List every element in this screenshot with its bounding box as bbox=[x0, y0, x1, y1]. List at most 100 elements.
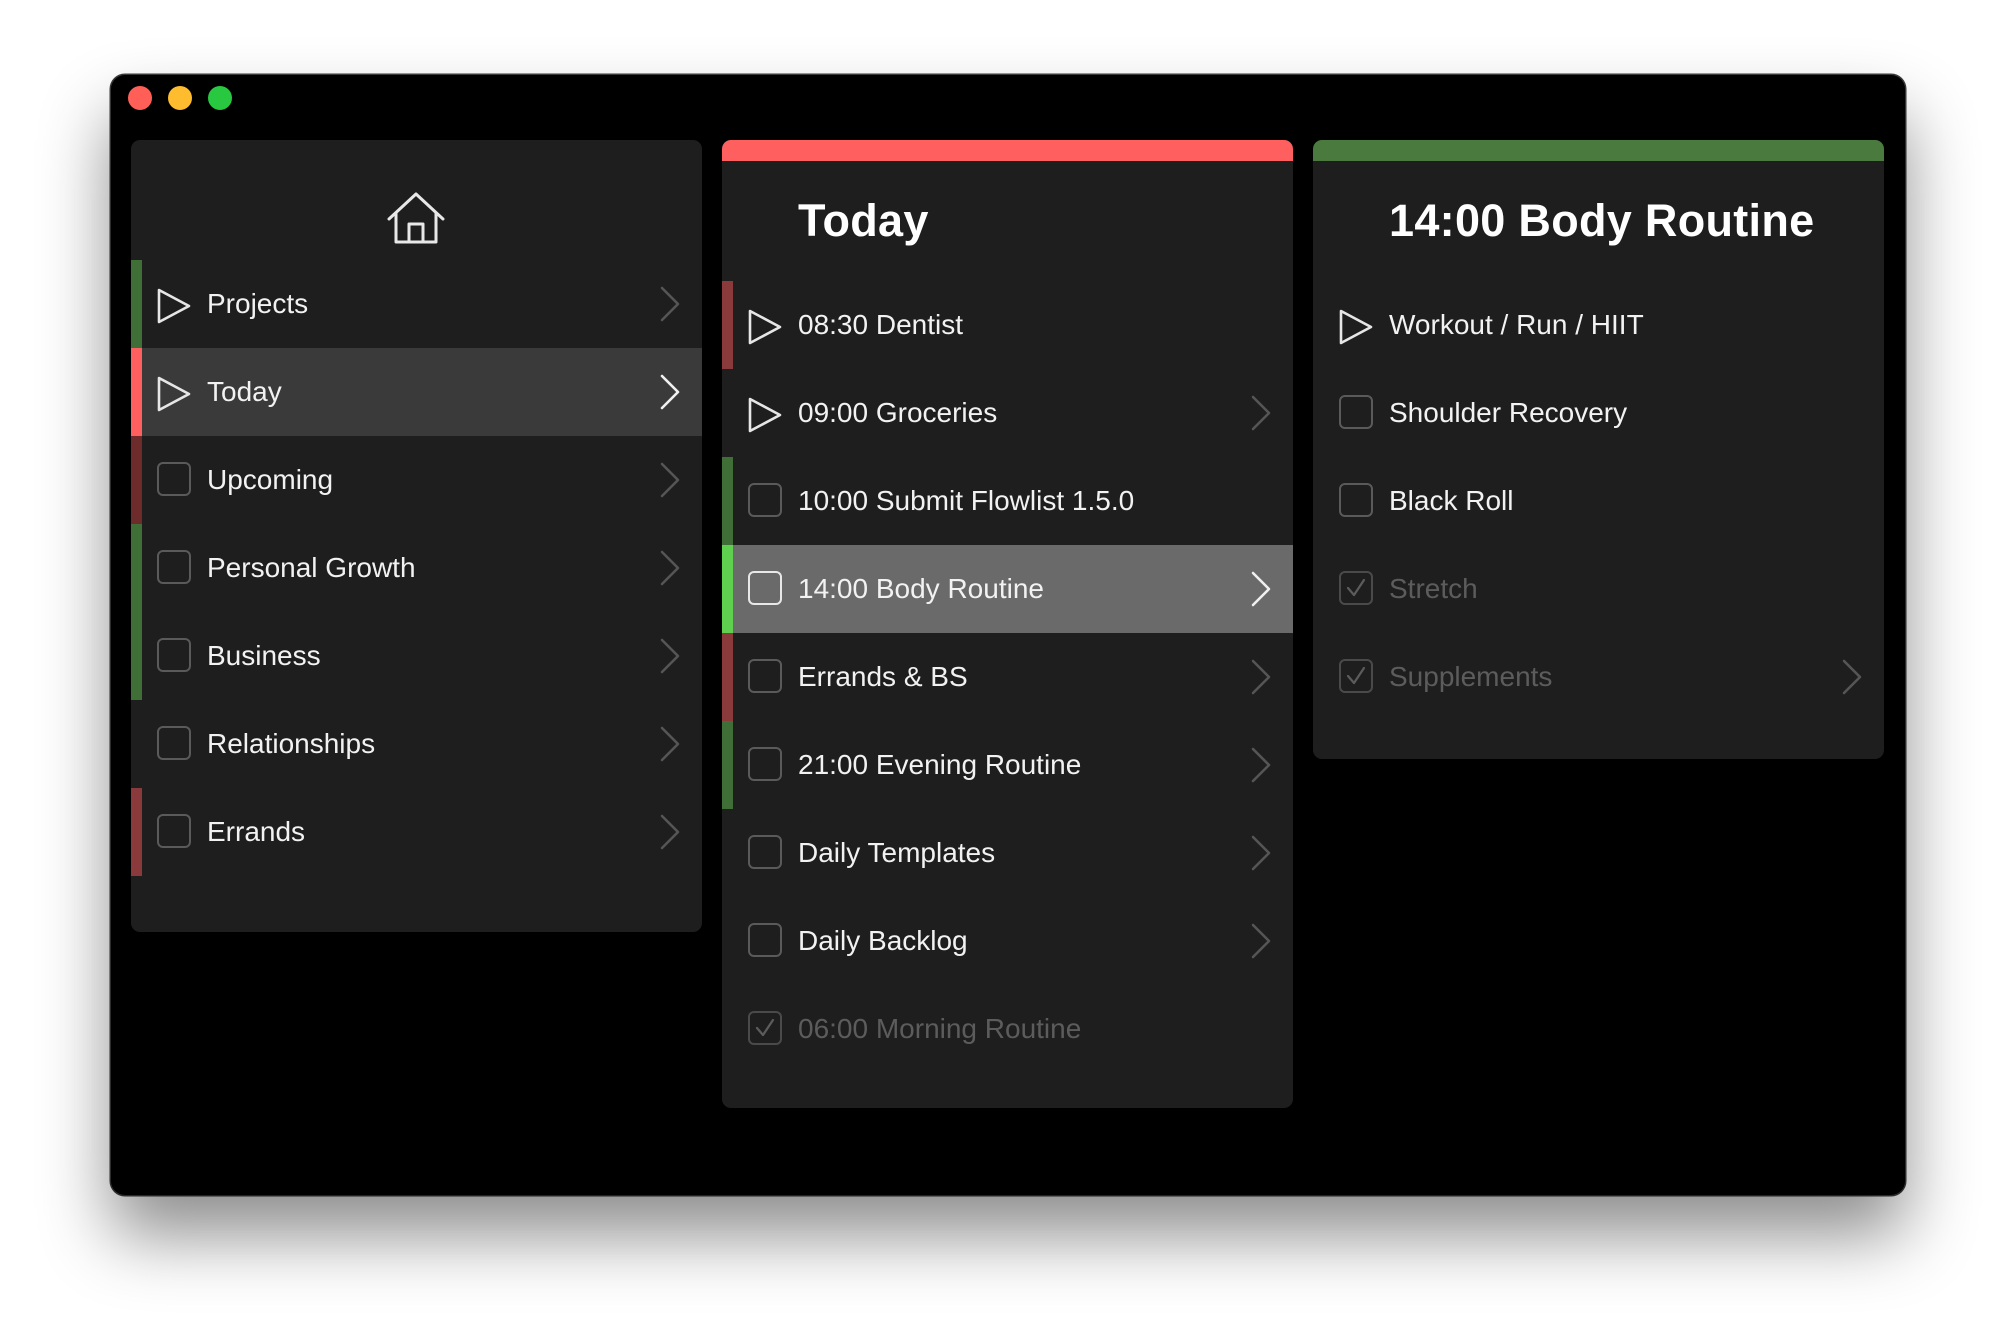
chevron-right-icon[interactable] bbox=[1249, 921, 1273, 966]
sidebar-list: Projects Today Upcoming Personal Growth Busi… bbox=[131, 260, 702, 876]
color-tag-stripe bbox=[131, 524, 142, 612]
chevron-right-icon[interactable] bbox=[1840, 657, 1864, 702]
today-item-daily-templates[interactable]: Daily Templates bbox=[722, 809, 1293, 897]
detail-item-stretch[interactable]: Stretch bbox=[1313, 545, 1884, 633]
chevron-right-icon[interactable] bbox=[1249, 569, 1273, 614]
color-tag-stripe bbox=[722, 457, 733, 545]
today-item-21-00-evening-routine[interactable]: 21:00 Evening Routine bbox=[722, 721, 1293, 809]
chevron-right-icon[interactable] bbox=[658, 636, 682, 681]
play-icon[interactable] bbox=[156, 376, 192, 412]
play-icon[interactable] bbox=[747, 309, 783, 345]
item-label: Today bbox=[207, 376, 282, 407]
checkbox[interactable] bbox=[157, 462, 191, 496]
checkbox[interactable] bbox=[157, 638, 191, 672]
item-label: Upcoming bbox=[207, 464, 334, 495]
chevron-right-icon[interactable] bbox=[658, 812, 682, 857]
item-label: 06:00 Morning Routine bbox=[798, 1013, 1082, 1044]
today-item-daily-backlog[interactable]: Daily Backlog bbox=[722, 897, 1293, 985]
item-label: Projects bbox=[207, 288, 309, 319]
home-icon[interactable] bbox=[385, 190, 447, 246]
play-icon[interactable] bbox=[747, 397, 783, 433]
sidebar-item-upcoming[interactable]: Upcoming bbox=[131, 436, 702, 524]
today-item-errands-bs[interactable]: Errands & BS bbox=[722, 633, 1293, 721]
sidebar-item-today[interactable]: Today bbox=[131, 348, 702, 436]
item-label: Stretch bbox=[1389, 573, 1478, 604]
detail-header: 14:00 Body Routine bbox=[1313, 161, 1884, 281]
detail-item-shoulder-recovery[interactable]: Shoulder Recovery bbox=[1313, 369, 1884, 457]
checkbox[interactable] bbox=[157, 550, 191, 584]
checked-checkbox[interactable] bbox=[1339, 571, 1373, 605]
item-label: Errands bbox=[207, 816, 306, 847]
checkbox[interactable] bbox=[157, 814, 191, 848]
today-panel: Today 08:30 Dentist 09:00 Groceries 10:00 … bbox=[722, 140, 1293, 1108]
item-label: Relationships bbox=[207, 728, 376, 759]
color-tag-stripe bbox=[131, 260, 142, 348]
today-list: 08:30 Dentist 09:00 Groceries 10:00 Submit… bbox=[722, 281, 1293, 1073]
sidebar-panel: Projects Today Upcoming Personal Growth Busi… bbox=[131, 140, 702, 932]
checkbox[interactable] bbox=[748, 747, 782, 781]
chevron-right-icon[interactable] bbox=[1249, 657, 1273, 702]
today-item-08-30-dentist[interactable]: 08:30 Dentist bbox=[722, 281, 1293, 369]
detail-panel: 14:00 Body Routine Workout / Run / HIIT S… bbox=[1313, 140, 1884, 759]
item-label: Shoulder Recovery bbox=[1389, 397, 1628, 428]
detail-item-black-roll[interactable]: Black Roll bbox=[1313, 457, 1884, 545]
sidebar-item-projects[interactable]: Projects bbox=[131, 260, 702, 348]
detail-accent-bar bbox=[1313, 140, 1884, 161]
chevron-right-icon[interactable] bbox=[658, 724, 682, 769]
item-label: Daily Templates bbox=[798, 837, 996, 868]
today-item-14-00-body-routine[interactable]: 14:00 Body Routine bbox=[722, 545, 1293, 633]
detail-item-workout-run-hiit[interactable]: Workout / Run / HIIT bbox=[1313, 281, 1884, 369]
checkbox[interactable] bbox=[748, 659, 782, 693]
item-label: Daily Backlog bbox=[798, 925, 968, 956]
today-item-06-00-morning-routine[interactable]: 06:00 Morning Routine bbox=[722, 985, 1293, 1073]
item-label: Personal Growth bbox=[207, 552, 416, 583]
color-tag-stripe bbox=[722, 721, 733, 809]
item-label: 08:30 Dentist bbox=[798, 309, 963, 340]
minimize-window-button[interactable] bbox=[168, 86, 192, 110]
color-tag-stripe bbox=[131, 436, 142, 524]
checkbox[interactable] bbox=[1339, 483, 1373, 517]
item-label: 14:00 Body Routine bbox=[798, 573, 1044, 604]
color-tag-stripe bbox=[131, 348, 142, 436]
color-tag-stripe bbox=[131, 612, 142, 700]
item-label: Errands & BS bbox=[798, 661, 968, 692]
chevron-right-icon[interactable] bbox=[658, 284, 682, 329]
app-window: Projects Today Upcoming Personal Growth Busi… bbox=[111, 75, 1905, 1195]
sidebar-item-personal-growth[interactable]: Personal Growth bbox=[131, 524, 702, 612]
item-label: Supplements bbox=[1389, 661, 1553, 692]
detail-item-supplements[interactable]: Supplements bbox=[1313, 633, 1884, 721]
chevron-right-icon[interactable] bbox=[1249, 745, 1273, 790]
chevron-right-icon[interactable] bbox=[658, 460, 682, 505]
checked-checkbox[interactable] bbox=[1339, 659, 1373, 693]
chevron-right-icon[interactable] bbox=[658, 548, 682, 593]
item-label: 10:00 Submit Flowlist 1.5.0 bbox=[798, 485, 1135, 516]
zoom-window-button[interactable] bbox=[208, 86, 232, 110]
chevron-right-icon[interactable] bbox=[1249, 833, 1273, 878]
today-accent-bar bbox=[722, 140, 1293, 161]
today-item-09-00-groceries[interactable]: 09:00 Groceries bbox=[722, 369, 1293, 457]
checkbox[interactable] bbox=[748, 923, 782, 957]
checkbox[interactable] bbox=[157, 726, 191, 760]
today-header: Today bbox=[722, 161, 1293, 281]
color-tag-stripe bbox=[722, 633, 733, 721]
close-window-button[interactable] bbox=[128, 86, 152, 110]
checkbox[interactable] bbox=[748, 483, 782, 517]
today-item-10-00-submit-flowlist-1-5-0[interactable]: 10:00 Submit Flowlist 1.5.0 bbox=[722, 457, 1293, 545]
checkbox[interactable] bbox=[748, 571, 782, 605]
sidebar-header bbox=[131, 140, 702, 260]
sidebar-item-errands[interactable]: Errands bbox=[131, 788, 702, 876]
detail-title: 14:00 Body Routine bbox=[1389, 195, 1815, 246]
checkbox[interactable] bbox=[1339, 395, 1373, 429]
color-tag-stripe bbox=[722, 281, 733, 369]
play-icon[interactable] bbox=[156, 288, 192, 324]
item-label: Workout / Run / HIIT bbox=[1389, 309, 1644, 340]
item-label: Business bbox=[207, 640, 321, 671]
sidebar-item-relationships[interactable]: Relationships bbox=[131, 700, 702, 788]
chevron-right-icon[interactable] bbox=[1249, 393, 1273, 438]
chevron-right-icon[interactable] bbox=[658, 372, 682, 417]
item-label: 21:00 Evening Routine bbox=[798, 749, 1082, 780]
checked-checkbox[interactable] bbox=[748, 1011, 782, 1045]
play-icon[interactable] bbox=[1338, 309, 1374, 345]
checkbox[interactable] bbox=[748, 835, 782, 869]
sidebar-item-business[interactable]: Business bbox=[131, 612, 702, 700]
